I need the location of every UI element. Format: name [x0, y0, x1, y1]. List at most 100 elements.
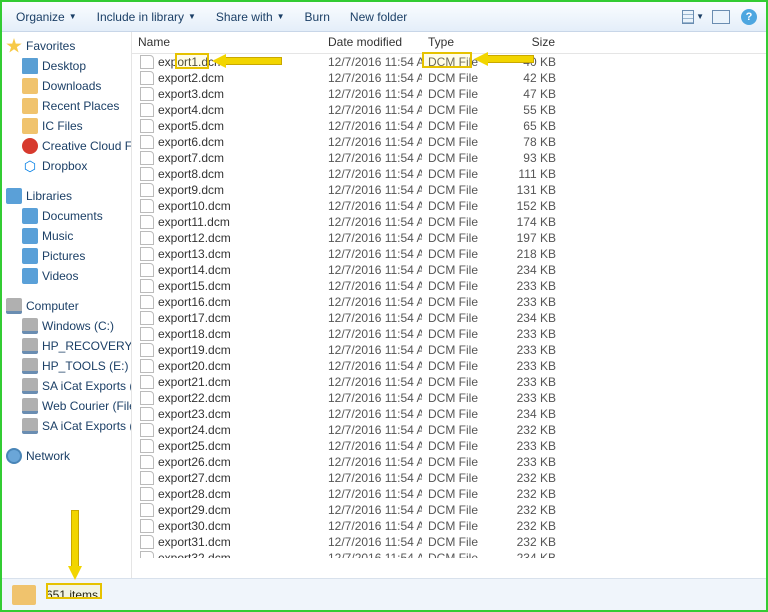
file-size: 197 KB	[502, 231, 562, 245]
star-icon	[6, 38, 22, 54]
network-header[interactable]: Network	[2, 446, 131, 466]
libraries-header[interactable]: Libraries	[2, 186, 131, 206]
file-size: 234 KB	[502, 551, 562, 558]
file-date: 12/7/2016 11:54 AM	[322, 343, 422, 357]
file-row[interactable]: export30.dcm12/7/2016 11:54 AMDCM File23…	[132, 518, 766, 534]
file-row[interactable]: export14.dcm12/7/2016 11:54 AMDCM File23…	[132, 262, 766, 278]
file-row[interactable]: export11.dcm12/7/2016 11:54 AMDCM File17…	[132, 214, 766, 230]
col-type[interactable]: Type	[422, 32, 502, 53]
file-name: export29.dcm	[158, 503, 231, 517]
organize-button[interactable]: Organize▼	[8, 7, 85, 27]
file-row[interactable]: export13.dcm12/7/2016 11:54 AMDCM File21…	[132, 246, 766, 262]
preview-pane-button[interactable]	[710, 6, 732, 28]
drive-icon	[22, 338, 38, 354]
file-size: 65 KB	[502, 119, 562, 133]
file-row[interactable]: export7.dcm12/7/2016 11:54 AMDCM File93 …	[132, 150, 766, 166]
file-row[interactable]: export20.dcm12/7/2016 11:54 AMDCM File23…	[132, 358, 766, 374]
col-size[interactable]: Size	[502, 32, 562, 53]
file-row[interactable]: export15.dcm12/7/2016 11:54 AMDCM File23…	[132, 278, 766, 294]
file-date: 12/7/2016 11:54 AM	[322, 263, 422, 277]
file-type: DCM File	[422, 407, 502, 421]
share-with-button[interactable]: Share with▼	[208, 7, 293, 27]
file-type: DCM File	[422, 439, 502, 453]
nav-documents[interactable]: Documents	[2, 206, 131, 226]
folder-icon	[12, 585, 36, 605]
file-row[interactable]: export25.dcm12/7/2016 11:54 AMDCM File23…	[132, 438, 766, 454]
file-row[interactable]: export19.dcm12/7/2016 11:54 AMDCM File23…	[132, 342, 766, 358]
nav-music[interactable]: Music	[2, 226, 131, 246]
favorites-header[interactable]: Favorites	[2, 36, 131, 56]
status-bar: 651 items	[2, 578, 766, 610]
file-row[interactable]: export5.dcm12/7/2016 11:54 AMDCM File65 …	[132, 118, 766, 134]
file-size: 232 KB	[502, 519, 562, 533]
file-row[interactable]: export12.dcm12/7/2016 11:54 AMDCM File19…	[132, 230, 766, 246]
nav-drive-d[interactable]: HP_RECOVERY (D:)	[2, 336, 131, 356]
file-row[interactable]: export4.dcm12/7/2016 11:54 AMDCM File55 …	[132, 102, 766, 118]
file-rows[interactable]: export1.dcm12/7/2016 11:54 AMDCM File40 …	[132, 54, 766, 558]
file-date: 12/7/2016 11:54 AM	[322, 135, 422, 149]
file-icon	[140, 87, 154, 101]
nav-recent[interactable]: Recent Places	[2, 96, 131, 116]
help-button[interactable]: ?	[738, 6, 760, 28]
file-row[interactable]: export6.dcm12/7/2016 11:54 AMDCM File78 …	[132, 134, 766, 150]
file-type: DCM File	[422, 119, 502, 133]
nav-webcourier[interactable]: Web Courier (FileTra	[2, 396, 131, 416]
file-icon	[140, 199, 154, 213]
nav-drive-x[interactable]: SA iCat Exports (X:)	[2, 416, 131, 436]
file-row[interactable]: export32.dcm12/7/2016 11:54 AMDCM File23…	[132, 550, 766, 558]
file-icon	[140, 183, 154, 197]
nav-drive-c[interactable]: Windows (C:)	[2, 316, 131, 336]
new-folder-button[interactable]: New folder	[342, 7, 415, 27]
col-date[interactable]: Date modified	[322, 32, 422, 53]
file-date: 12/7/2016 11:54 AM	[322, 247, 422, 261]
file-row[interactable]: export27.dcm12/7/2016 11:54 AMDCM File23…	[132, 470, 766, 486]
nav-videos[interactable]: Videos	[2, 266, 131, 286]
file-size: 40 KB	[502, 55, 562, 69]
file-row[interactable]: export26.dcm12/7/2016 11:54 AMDCM File23…	[132, 454, 766, 470]
file-row[interactable]: export2.dcm12/7/2016 11:54 AMDCM File42 …	[132, 70, 766, 86]
file-row[interactable]: export23.dcm12/7/2016 11:54 AMDCM File23…	[132, 406, 766, 422]
file-type: DCM File	[422, 247, 502, 261]
file-type: DCM File	[422, 359, 502, 373]
preview-pane-icon	[712, 10, 730, 24]
nav-drive-s[interactable]: SA iCat Exports (S:)	[2, 376, 131, 396]
file-row[interactable]: export10.dcm12/7/2016 11:54 AMDCM File15…	[132, 198, 766, 214]
nav-creativecloud[interactable]: Creative Cloud Files	[2, 136, 131, 156]
nav-downloads[interactable]: Downloads	[2, 76, 131, 96]
file-row[interactable]: export21.dcm12/7/2016 11:54 AMDCM File23…	[132, 374, 766, 390]
file-row[interactable]: export29.dcm12/7/2016 11:54 AMDCM File23…	[132, 502, 766, 518]
file-type: DCM File	[422, 487, 502, 501]
view-mode-button[interactable]: ▼	[682, 6, 704, 28]
file-row[interactable]: export17.dcm12/7/2016 11:54 AMDCM File23…	[132, 310, 766, 326]
nav-desktop[interactable]: Desktop	[2, 56, 131, 76]
col-name[interactable]: Name	[132, 32, 322, 53]
nav-pictures[interactable]: Pictures	[2, 246, 131, 266]
drive-icon	[22, 358, 38, 374]
nav-icfiles[interactable]: IC Files	[2, 116, 131, 136]
file-row[interactable]: export1.dcm12/7/2016 11:54 AMDCM File40 …	[132, 54, 766, 70]
file-row[interactable]: export16.dcm12/7/2016 11:54 AMDCM File23…	[132, 294, 766, 310]
file-size: 233 KB	[502, 391, 562, 405]
nav-drive-e[interactable]: HP_TOOLS (E:)	[2, 356, 131, 376]
file-row[interactable]: export24.dcm12/7/2016 11:54 AMDCM File23…	[132, 422, 766, 438]
file-row[interactable]: export9.dcm12/7/2016 11:54 AMDCM File131…	[132, 182, 766, 198]
file-row[interactable]: export8.dcm12/7/2016 11:54 AMDCM File111…	[132, 166, 766, 182]
file-size: 233 KB	[502, 455, 562, 469]
file-date: 12/7/2016 11:54 AM	[322, 439, 422, 453]
file-date: 12/7/2016 11:54 AM	[322, 375, 422, 389]
file-name: export24.dcm	[158, 423, 231, 437]
file-row[interactable]: export31.dcm12/7/2016 11:54 AMDCM File23…	[132, 534, 766, 550]
burn-button[interactable]: Burn	[297, 7, 338, 27]
file-size: 47 KB	[502, 87, 562, 101]
file-icon	[140, 423, 154, 437]
file-row[interactable]: export3.dcm12/7/2016 11:54 AMDCM File47 …	[132, 86, 766, 102]
nav-dropbox[interactable]: ⬡Dropbox	[2, 156, 131, 176]
computer-header[interactable]: Computer	[2, 296, 131, 316]
file-row[interactable]: export22.dcm12/7/2016 11:54 AMDCM File23…	[132, 390, 766, 406]
file-row[interactable]: export18.dcm12/7/2016 11:54 AMDCM File23…	[132, 326, 766, 342]
file-icon	[140, 343, 154, 357]
burn-label: Burn	[305, 10, 330, 24]
file-icon	[140, 119, 154, 133]
include-library-button[interactable]: Include in library▼	[89, 7, 204, 27]
file-row[interactable]: export28.dcm12/7/2016 11:54 AMDCM File23…	[132, 486, 766, 502]
